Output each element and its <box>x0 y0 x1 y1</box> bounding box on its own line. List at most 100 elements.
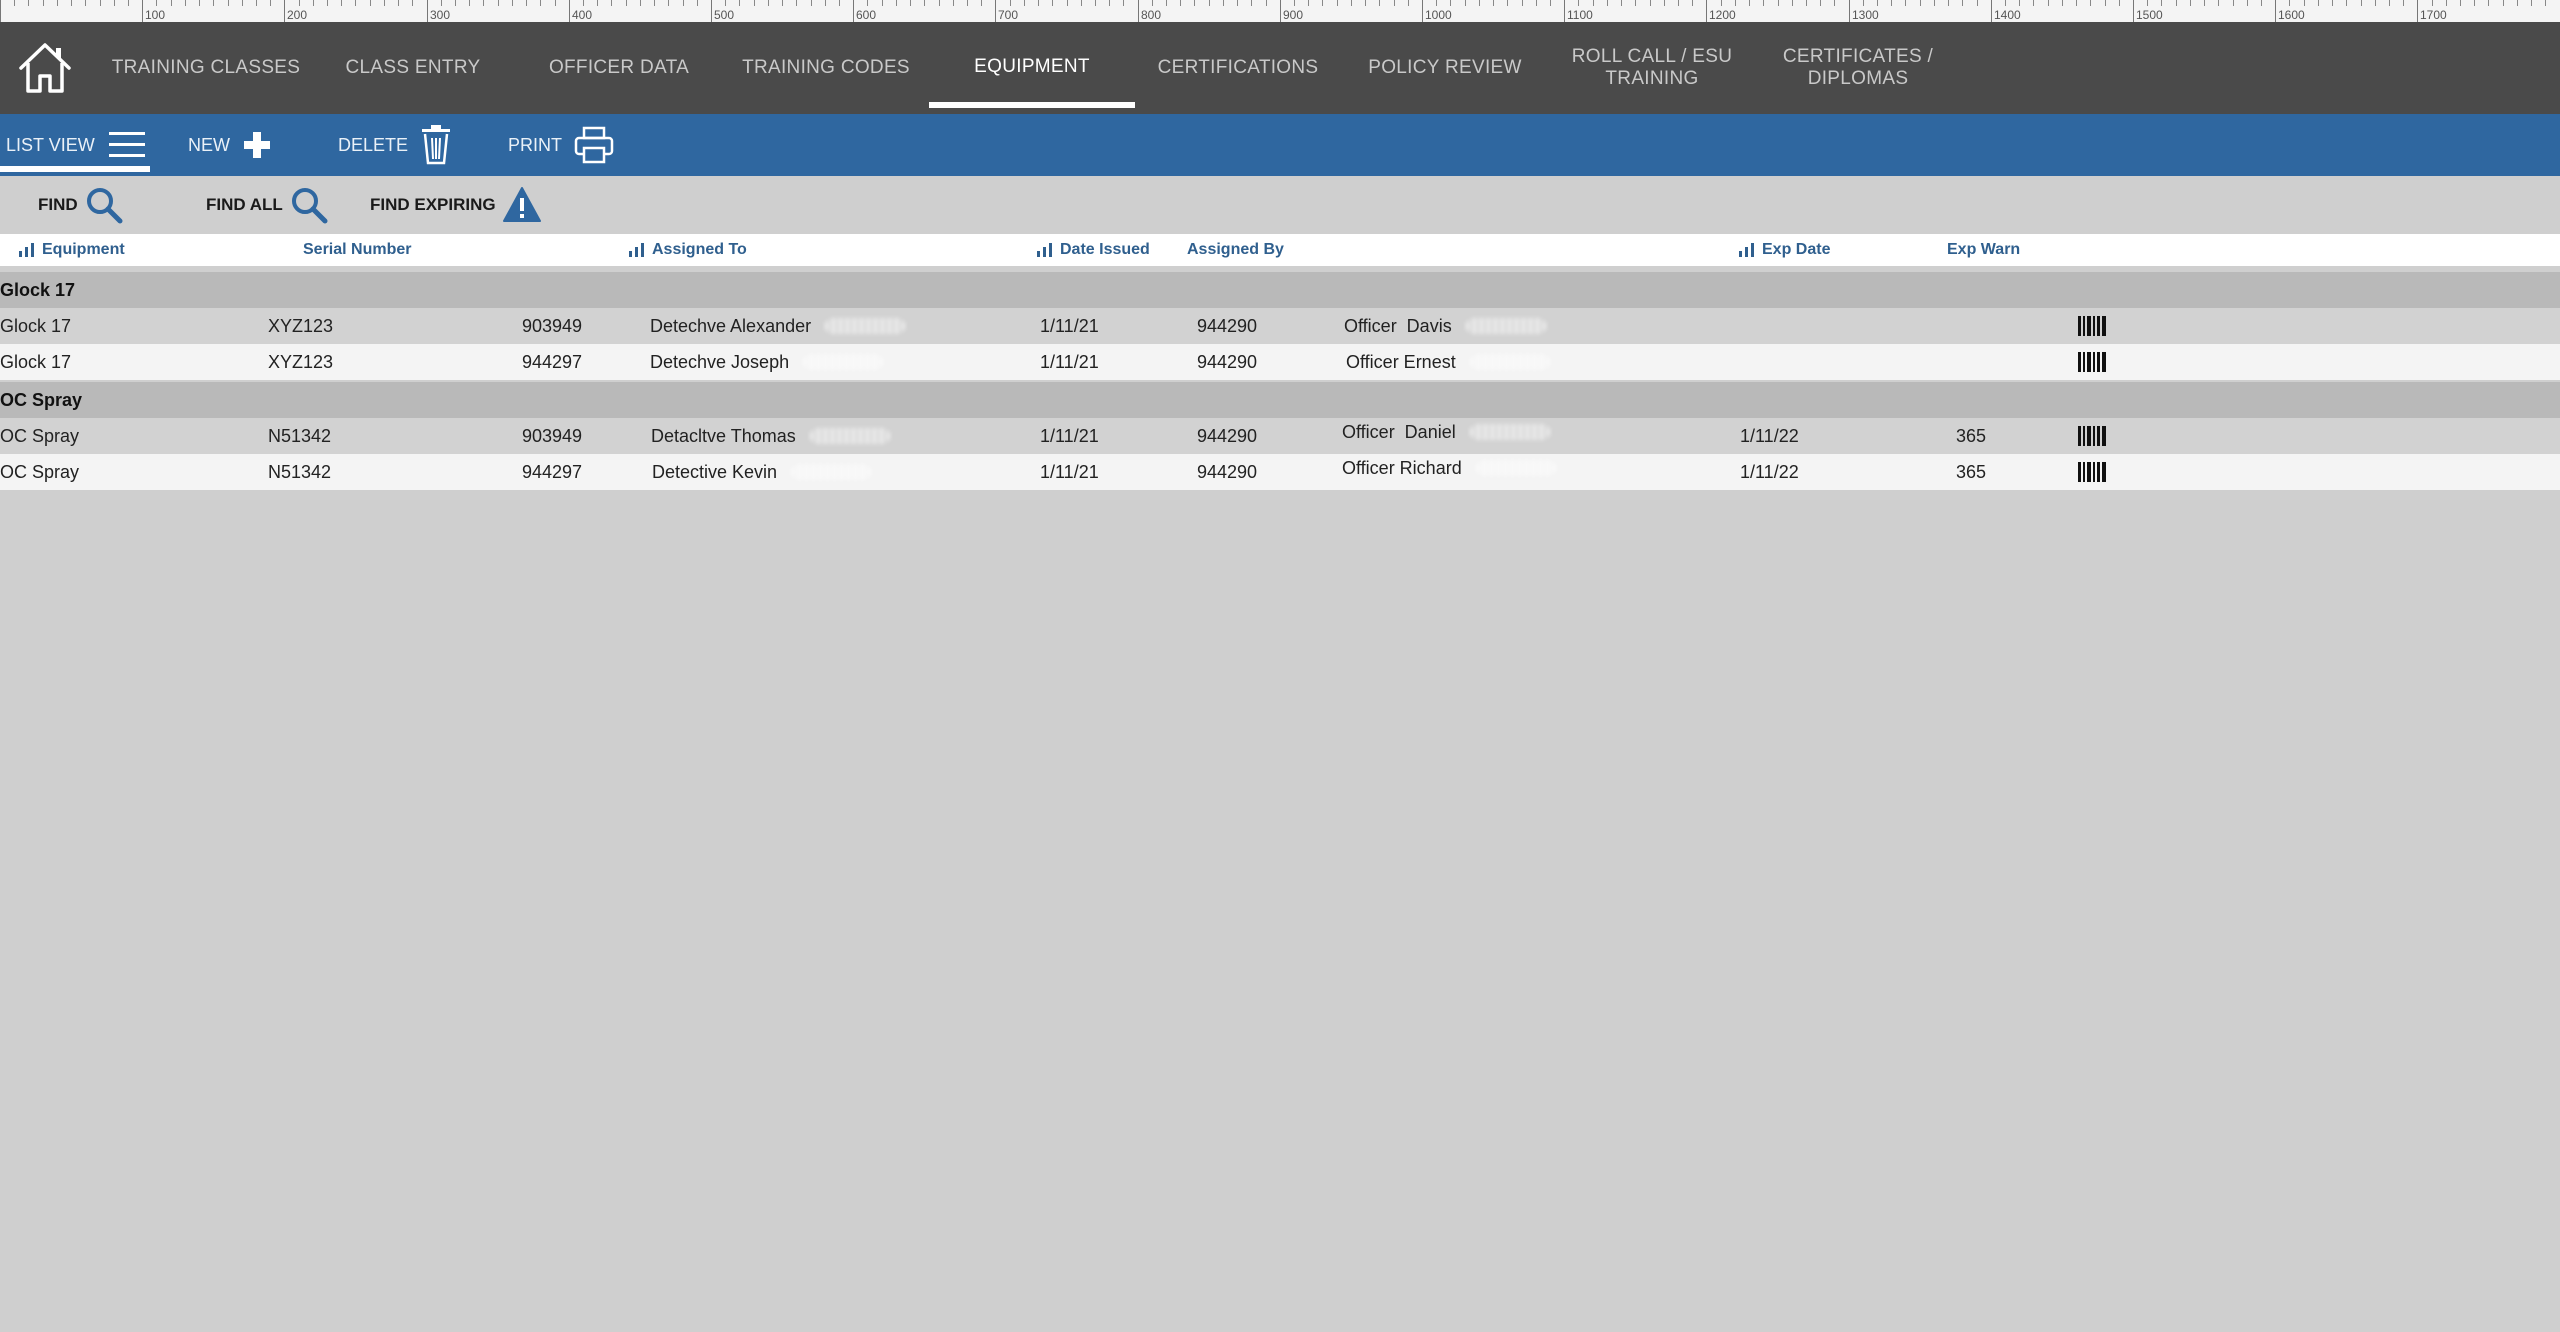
ruler-tick <box>1792 0 1793 6</box>
barcode-icon[interactable] <box>2078 316 2108 336</box>
ruler-tick <box>1962 0 1963 6</box>
ruler-tick <box>896 0 897 6</box>
ruler-tick <box>1749 0 1750 6</box>
ruler-tick <box>2545 0 2546 6</box>
tab-policy-review[interactable]: POLICY REVIEW <box>1352 22 1538 114</box>
delete-button[interactable]: DELETE <box>338 114 452 176</box>
column-header-equipment[interactable]: Equipment <box>18 234 125 266</box>
barcode-icon[interactable] <box>2078 462 2108 482</box>
ruler-tick <box>1550 0 1551 6</box>
cell-assigned-to-id: 903949 <box>522 425 583 446</box>
ruler-tick <box>768 0 769 6</box>
find-expiring-label: FIND EXPIRING <box>370 195 496 214</box>
cell-assigned-to-id: 944297 <box>522 351 583 372</box>
ruler-tick <box>1820 0 1821 6</box>
new-button[interactable]: NEW <box>188 114 272 176</box>
home-icon[interactable] <box>16 39 74 97</box>
table-row[interactable]: Glock 17 XYZ123 903949 Detechve Alexande… <box>0 308 2560 344</box>
ruler-tick <box>1394 0 1395 6</box>
ruler-tick <box>1038 0 1039 6</box>
ruler-tick <box>2005 0 2006 6</box>
tab-training-classes[interactable]: TRAINING CLASSES <box>100 22 312 114</box>
find-button[interactable]: FIND <box>38 176 124 234</box>
ruler-tick <box>2375 0 2376 6</box>
ruler-tick <box>71 0 72 6</box>
redacted-text <box>1465 318 1546 334</box>
cell-serial: XYZ123 <box>268 351 334 372</box>
ruler-tick <box>611 0 612 6</box>
ruler-tick <box>2133 0 2134 22</box>
ruler-tick <box>1465 0 1466 6</box>
ruler-tick <box>995 0 996 22</box>
search-icon <box>86 188 123 224</box>
sort-icon <box>19 243 34 257</box>
ruler-tick <box>1621 0 1622 6</box>
tab-equipment[interactable]: EQUIPMENT <box>929 22 1135 114</box>
ruler-tick <box>1863 0 1864 6</box>
cell-serial: N51342 <box>268 461 332 482</box>
ruler-tick <box>1834 0 1835 6</box>
ruler-tick <box>626 0 627 6</box>
column-header-assigned-to[interactable]: Assigned To <box>628 234 747 266</box>
print-label: PRINT <box>508 134 562 155</box>
table-row[interactable]: OC Spray N51342 903949 Detacltve Thomas … <box>0 418 2560 454</box>
cell-date-issued: 1/11/21 <box>1040 425 1099 446</box>
ruler-tick <box>569 0 570 22</box>
ruler-tick <box>43 0 44 6</box>
ruler-tick <box>284 0 285 22</box>
print-button[interactable]: PRINT <box>508 114 614 176</box>
sort-icon <box>629 243 644 257</box>
ruler-tick <box>2233 0 2234 6</box>
column-header-assigned-by[interactable]: Assigned By <box>1187 234 1284 266</box>
ruler: 100 200 300 400 500 600 700 800 900 1000 1100 1200 1… <box>0 0 2560 23</box>
tab-certifications[interactable]: CERTIFICATIONS <box>1148 22 1328 114</box>
cell-assigned-to: Detechve Joseph <box>650 344 884 380</box>
ruler-tick <box>1678 0 1679 6</box>
ruler-tick <box>782 0 783 6</box>
column-header-exp-warn[interactable]: Exp Warn <box>1947 234 2020 266</box>
tab-roll-call-esu-training[interactable]: ROLL CALL / ESU TRAINING <box>1560 22 1744 114</box>
ruler-tick <box>2289 0 2290 6</box>
table-row[interactable]: Glock 17 XYZ123 944297 Detechve Joseph 1… <box>0 344 2560 380</box>
cell-assigned-by-id: 944290 <box>1197 461 1258 482</box>
ruler-tick <box>1692 0 1693 6</box>
redacted-text <box>1469 354 1550 370</box>
ruler-label: 1300 <box>1852 8 1879 22</box>
tab-class-entry[interactable]: CLASS ENTRY <box>322 22 504 114</box>
redacted-text <box>1469 424 1550 440</box>
ruler-tick <box>142 0 143 22</box>
table-row[interactable]: OC Spray N51342 944297 Detective Kevin 1… <box>0 454 2560 490</box>
column-label: Serial Number <box>303 241 412 258</box>
ruler-tick <box>1280 0 1281 22</box>
ruler-tick <box>1991 0 1992 22</box>
cell-assigned-by-id: 944290 <box>1197 425 1258 446</box>
barcode-icon[interactable] <box>2078 352 2108 372</box>
ruler-tick <box>1294 0 1295 6</box>
redacted-text <box>803 354 884 370</box>
ruler-tick <box>540 0 541 6</box>
barcode-icon[interactable] <box>2078 426 2108 446</box>
column-header-serial-number[interactable]: Serial Number <box>303 234 411 266</box>
assigned-to-name: Detective Kevin <box>652 461 778 482</box>
ruler-tick <box>2019 0 2020 6</box>
tab-training-codes[interactable]: TRAINING CODES <box>724 22 928 114</box>
ruler-tick <box>2190 0 2191 6</box>
find-expiring-button[interactable]: FIND EXPIRING <box>370 176 542 234</box>
ruler-tick <box>128 0 129 6</box>
ruler-label: 100 <box>145 8 166 22</box>
ruler-tick <box>924 0 925 6</box>
column-header-exp-date[interactable]: Exp Date <box>1738 234 1830 266</box>
find-all-button[interactable]: FIND ALL <box>206 176 329 234</box>
ruler-tick <box>1209 0 1210 6</box>
tab-officer-data[interactable]: OFFICER DATA <box>526 22 712 114</box>
ruler-tick <box>512 0 513 6</box>
ruler-tick <box>85 0 86 6</box>
ruler-label: 600 <box>856 8 877 22</box>
ruler-tick <box>1536 0 1537 6</box>
sort-icon <box>1739 243 1754 257</box>
ruler-tick <box>2503 0 2504 6</box>
cell-assigned-to: Detechve Alexander <box>650 308 906 344</box>
column-header-date-issued[interactable]: Date Issued <box>1036 234 1150 266</box>
tab-certificates-diplomas[interactable]: CERTIFICATES / DIPLOMAS <box>1764 22 1952 114</box>
cell-exp-warn: 365 <box>1956 425 1987 446</box>
